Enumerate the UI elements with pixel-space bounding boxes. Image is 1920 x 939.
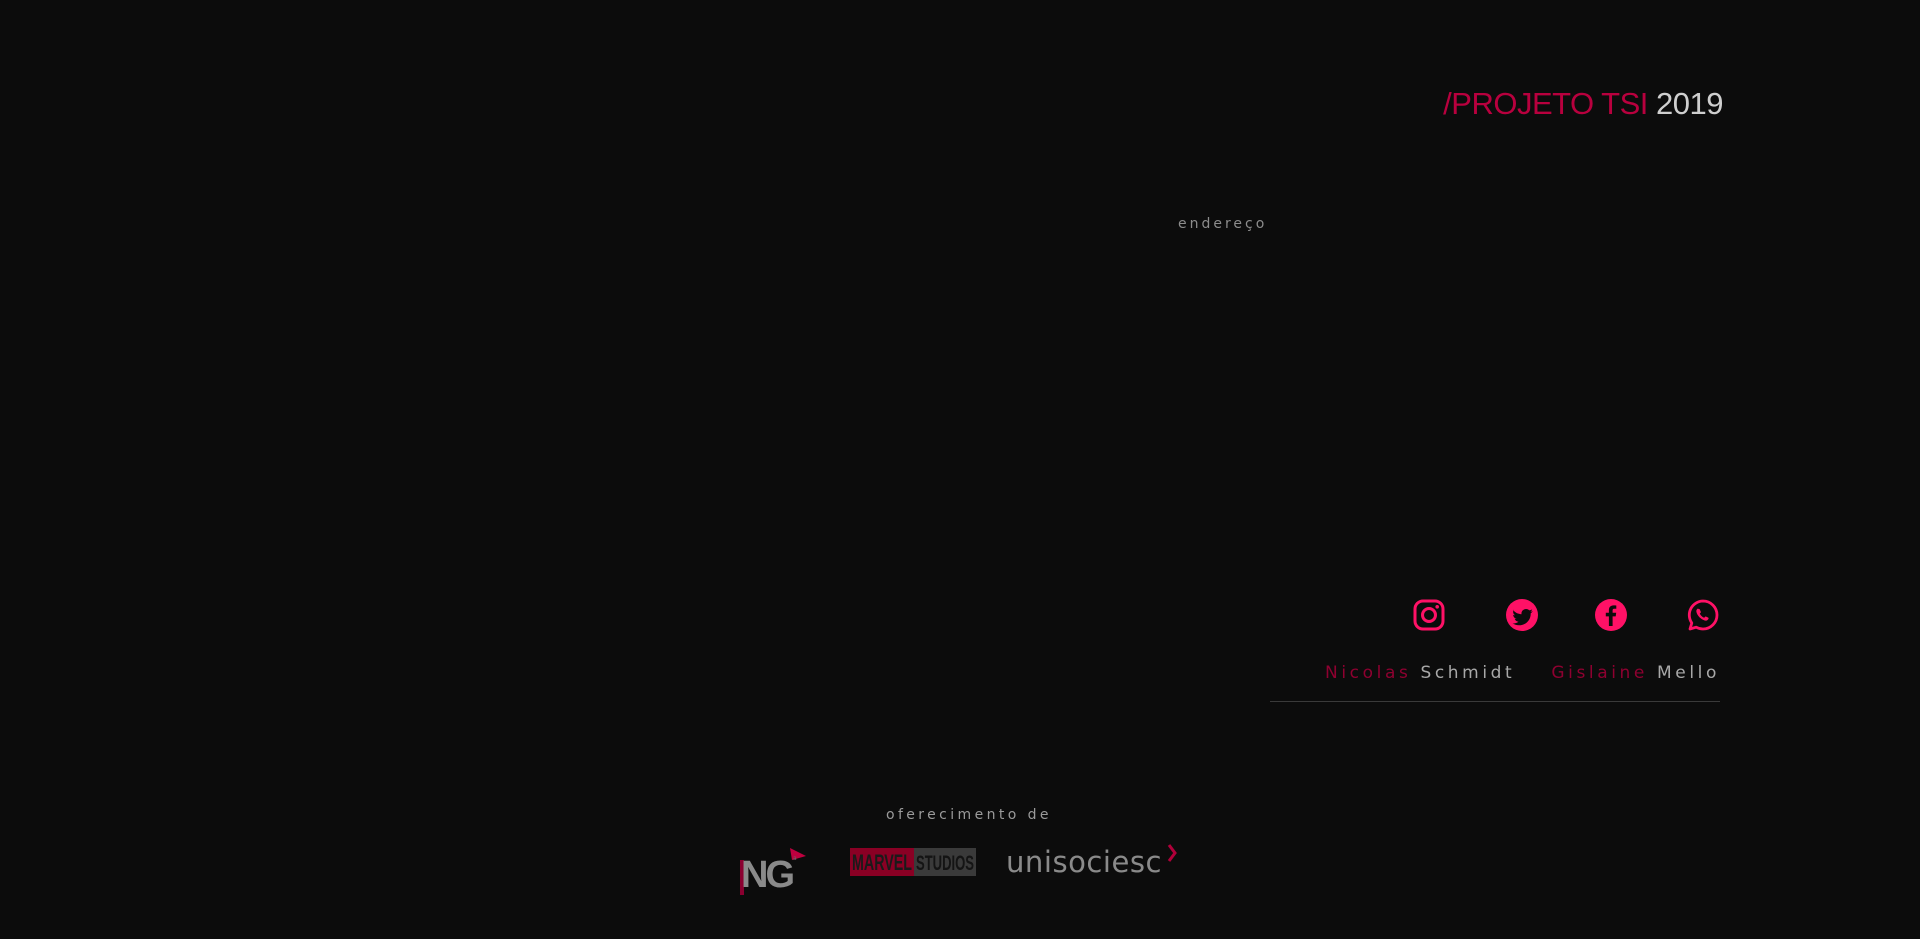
- facebook-icon: [1595, 599, 1627, 631]
- social-links: [1410, 596, 1730, 636]
- author-first-name: Nicolas: [1325, 663, 1412, 683]
- marvel-studios-logo: MARVEL STUDIOS: [850, 848, 976, 876]
- ng-logo: NG a: [740, 838, 816, 896]
- author-last-name: Mello: [1657, 663, 1720, 683]
- author-first-name: Gislaine: [1551, 663, 1648, 683]
- instagram-link[interactable]: [1410, 596, 1448, 634]
- twitter-icon: [1506, 599, 1538, 631]
- studios-wordmark: STUDIOS: [916, 852, 974, 875]
- facebook-link[interactable]: [1592, 596, 1630, 634]
- address-label: endereço: [1178, 216, 1268, 232]
- title-project: PROJETO TSI: [1451, 86, 1648, 121]
- divider: [1270, 701, 1720, 702]
- unisociesc-logo: unisociesc: [1006, 842, 1178, 879]
- unisociesc-wordmark: unisociesc: [1006, 845, 1162, 878]
- sponsors-label: oferecimento de: [886, 807, 1052, 823]
- author-last-name: Schmidt: [1420, 663, 1516, 683]
- whatsapp-icon: [1687, 599, 1719, 631]
- svg-text:NG: NG: [741, 854, 793, 896]
- instagram-icon: [1413, 599, 1445, 631]
- whatsapp-link[interactable]: [1684, 596, 1722, 634]
- twitter-link[interactable]: [1503, 596, 1541, 634]
- svg-text:a: a: [793, 855, 797, 862]
- marvel-wordmark: MARVEL: [852, 850, 912, 875]
- authors: Nicolas Schmidt Gislaine Mello: [1325, 663, 1720, 683]
- page-title: /PROJETO TSI 2019: [1443, 86, 1723, 122]
- title-year: 2019: [1656, 86, 1723, 121]
